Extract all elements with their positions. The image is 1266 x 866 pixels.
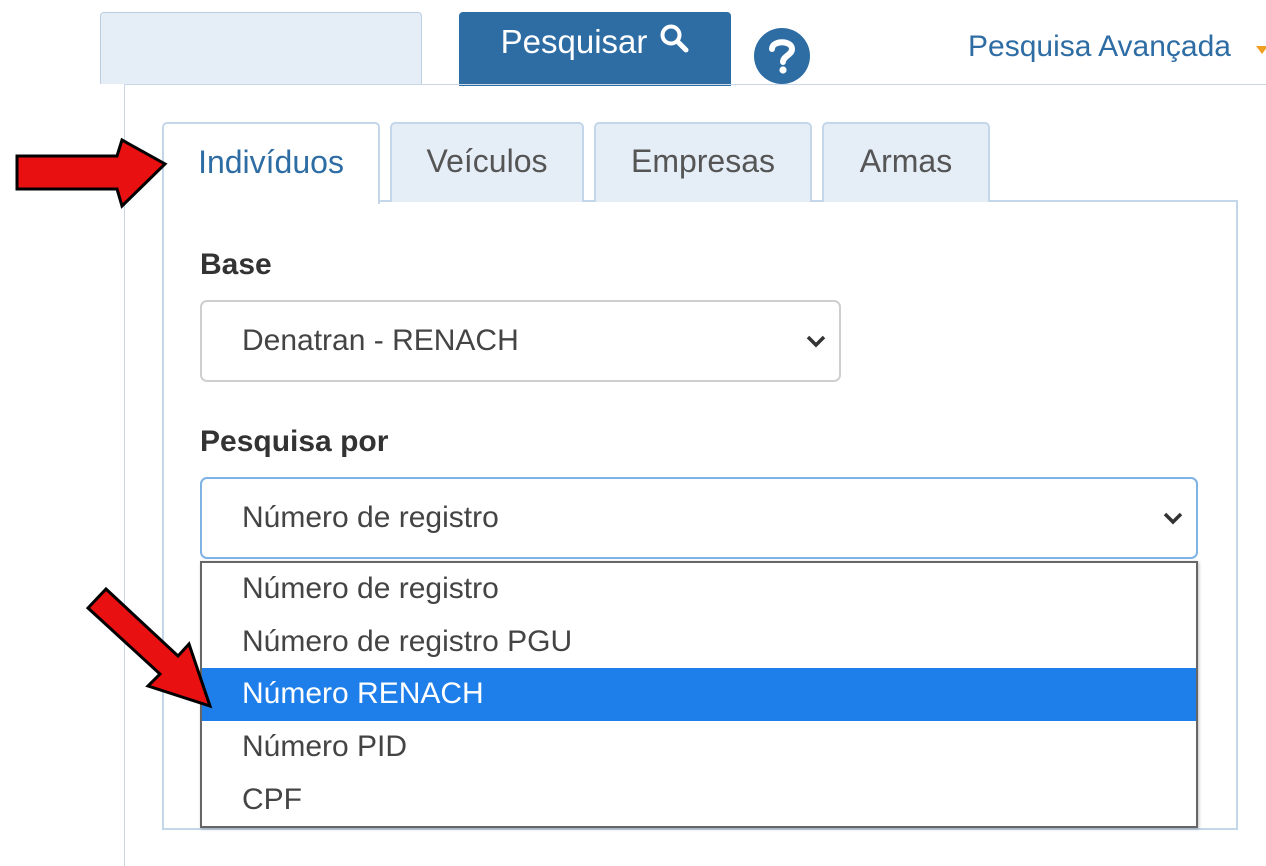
tab-empresas[interactable]: Empresas: [594, 122, 812, 202]
tab-veiculos[interactable]: Veículos: [390, 122, 584, 202]
tab-armas[interactable]: Armas: [822, 122, 990, 202]
tab-label: Veículos: [426, 142, 548, 179]
option-numero-registro-pgu[interactable]: Número de registro PGU: [202, 616, 1196, 669]
pesquisa-select[interactable]: Número de registro: [200, 477, 1198, 559]
help-icon[interactable]: [754, 28, 810, 84]
search-input[interactable]: [100, 12, 422, 84]
option-numero-registro[interactable]: Número de registro: [202, 563, 1196, 616]
option-cpf[interactable]: CPF: [202, 773, 1196, 826]
tab-label: Empresas: [630, 142, 776, 179]
base-select[interactable]: Denatran - RENACH: [200, 300, 841, 382]
option-numero-pid[interactable]: Número PID: [202, 721, 1196, 774]
pesquisa-dropdown: Número de registro Número de registro PG…: [200, 561, 1198, 828]
search-button[interactable]: Pesquisar: [459, 12, 731, 86]
tab-label: Armas: [859, 142, 953, 179]
base-select-value: Denatran - RENACH: [242, 324, 519, 357]
divider: [124, 84, 1266, 85]
chevron-down-icon: [1163, 512, 1183, 525]
option-numero-renach[interactable]: Número RENACH: [202, 668, 1196, 721]
advanced-search-link[interactable]: Pesquisa Avançada: [968, 30, 1231, 64]
search-icon: [659, 23, 689, 61]
caret-down-icon: [1256, 46, 1266, 54]
tab-label: Indivíduos: [198, 143, 344, 180]
chevron-down-icon: [806, 335, 826, 348]
search-button-label: Pesquisar: [500, 23, 648, 60]
pesquisa-select-value: Número de registro: [242, 501, 499, 534]
base-label: Base: [200, 248, 272, 281]
red-arrow-icon: [85, 586, 213, 709]
red-arrow-icon: [15, 137, 168, 209]
tab-individuos[interactable]: Indivíduos: [162, 122, 380, 204]
pesquisa-label: Pesquisa por: [200, 425, 389, 458]
